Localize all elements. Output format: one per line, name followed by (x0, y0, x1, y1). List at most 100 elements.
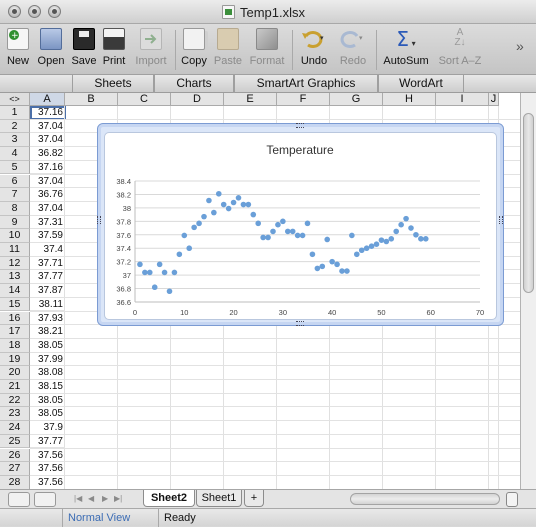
cell-a16[interactable]: 37.93 (30, 312, 65, 326)
row-header-9[interactable]: 9 (0, 216, 30, 230)
cell-a23[interactable]: 38.05 (30, 407, 65, 421)
page-layout-view-icon[interactable] (34, 492, 56, 507)
open-button[interactable]: Open (35, 28, 67, 72)
cell-a3[interactable]: 37.04 (30, 133, 65, 147)
chart-resize-handle[interactable] (296, 321, 304, 326)
row-header-14[interactable]: 14 (0, 284, 30, 298)
format-painter-button[interactable]: Format (247, 28, 287, 72)
cell-a11[interactable]: 37.4 (30, 243, 65, 257)
row-header-1[interactable]: 1 (0, 106, 30, 120)
cell-a6[interactable]: 37.04 (30, 175, 65, 189)
copy-button[interactable]: Copy (180, 28, 208, 72)
close-window-icon[interactable] (8, 5, 21, 18)
next-sheet-icon[interactable]: ▶ (102, 494, 108, 503)
print-button[interactable]: Print (100, 28, 128, 72)
prev-sheet-icon[interactable]: ◀ (88, 494, 94, 503)
row-header-4[interactable]: 4 (0, 147, 30, 161)
cell-a5[interactable]: 37.16 (30, 161, 65, 175)
autosum-button[interactable]: Σ ▾ AutoSum (381, 28, 431, 72)
cell-a9[interactable]: 37.31 (30, 216, 65, 230)
column-header-b[interactable]: B (65, 93, 118, 106)
vertical-scrollbar[interactable] (520, 93, 536, 489)
column-header-i[interactable]: I (436, 93, 489, 106)
split-handle-icon[interactable] (506, 492, 518, 507)
cell-a26[interactable]: 37.56 (30, 449, 65, 463)
cell-a8[interactable]: 37.04 (30, 202, 65, 216)
column-header-e[interactable]: E (224, 93, 277, 106)
sort-az-button[interactable]: AZ↓ Sort A–Z (435, 28, 485, 72)
row-header-16[interactable]: 16 (0, 312, 30, 326)
row-header-22[interactable]: 22 (0, 394, 30, 408)
tab-sheets[interactable]: Sheets (72, 75, 154, 93)
vertical-scroll-thumb[interactable] (523, 113, 534, 293)
row-header-11[interactable]: 11 (0, 243, 30, 257)
column-header-d[interactable]: D (171, 93, 224, 106)
cell-a14[interactable]: 37.87 (30, 284, 65, 298)
row-header-18[interactable]: 18 (0, 339, 30, 353)
import-button[interactable]: Import (131, 28, 171, 72)
row-header-10[interactable]: 10 (0, 229, 30, 243)
tab-smartart-graphics[interactable]: SmartArt Graphics (234, 75, 378, 93)
column-header-a[interactable]: A (30, 93, 65, 106)
cell-a27[interactable]: 37.56 (30, 462, 65, 476)
cell-a18[interactable]: 38.05 (30, 339, 65, 353)
column-header-h[interactable]: H (383, 93, 436, 106)
column-header-j[interactable]: J (489, 93, 499, 106)
row-header-25[interactable]: 25 (0, 435, 30, 449)
cell-a10[interactable]: 37.59 (30, 229, 65, 243)
chart-object[interactable]: Temperature36.636.83737.237.437.637.8383… (97, 123, 504, 326)
chart-resize-handle[interactable] (296, 123, 304, 128)
cell-a21[interactable]: 38.15 (30, 380, 65, 394)
row-header-6[interactable]: 6 (0, 175, 30, 189)
add-sheet-button[interactable]: + (244, 490, 264, 507)
cell-a7[interactable]: 36.76 (30, 188, 65, 202)
minimize-window-icon[interactable] (28, 5, 41, 18)
row-header-3[interactable]: 3 (0, 133, 30, 147)
toolbar-overflow-icon[interactable]: » (516, 38, 524, 54)
cell-a2[interactable]: 37.04 (30, 120, 65, 134)
row-header-5[interactable]: 5 (0, 161, 30, 175)
tab-wordart[interactable]: WordArt (378, 75, 464, 93)
cell-a1[interactable]: 37.16 (30, 106, 65, 120)
paste-button[interactable]: Paste (212, 28, 244, 72)
row-header-23[interactable]: 23 (0, 407, 30, 421)
cell-a17[interactable]: 38.21 (30, 325, 65, 339)
cell-a13[interactable]: 37.77 (30, 270, 65, 284)
row-header-15[interactable]: 15 (0, 298, 30, 312)
tab-charts[interactable]: Charts (154, 75, 234, 93)
save-button[interactable]: Save (70, 28, 98, 72)
cell-a25[interactable]: 37.77 (30, 435, 65, 449)
chart-resize-handle[interactable] (97, 216, 101, 224)
last-sheet-icon[interactable]: ▶| (114, 494, 122, 503)
sheet-tab-sheet2[interactable]: Sheet2 (143, 490, 195, 507)
row-header-8[interactable]: 8 (0, 202, 30, 216)
row-header-24[interactable]: 24 (0, 421, 30, 435)
cell-a28[interactable]: 37.56 (30, 476, 65, 489)
row-header-12[interactable]: 12 (0, 257, 30, 271)
chart-resize-handle[interactable] (499, 216, 503, 224)
view-mode-label[interactable]: Normal View (68, 512, 130, 524)
row-header-21[interactable]: 21 (0, 380, 30, 394)
row-header-13[interactable]: 13 (0, 270, 30, 284)
cell-a15[interactable]: 38.11 (30, 298, 65, 312)
select-all-corner[interactable]: <> (0, 93, 30, 106)
row-header-28[interactable]: 28 (0, 476, 30, 489)
column-header-g[interactable]: G (330, 93, 383, 106)
column-header-c[interactable]: C (118, 93, 171, 106)
horizontal-scroll-thumb[interactable] (350, 493, 500, 505)
sheet-tab-sheet1[interactable]: Sheet1 (196, 490, 242, 507)
undo-button[interactable]: ▾ Undo (297, 28, 331, 72)
row-header-7[interactable]: 7 (0, 188, 30, 202)
cell-a12[interactable]: 37.71 (30, 257, 65, 271)
cell-a20[interactable]: 38.08 (30, 366, 65, 380)
row-header-20[interactable]: 20 (0, 366, 30, 380)
cell-a19[interactable]: 37.99 (30, 353, 65, 367)
row-header-2[interactable]: 2 (0, 120, 30, 134)
cell-a22[interactable]: 38.05 (30, 394, 65, 408)
row-header-27[interactable]: 27 (0, 462, 30, 476)
new-button[interactable]: + New (4, 28, 32, 72)
column-header-f[interactable]: F (277, 93, 330, 106)
zoom-window-icon[interactable] (48, 5, 61, 18)
row-header-26[interactable]: 26 (0, 449, 30, 463)
row-header-19[interactable]: 19 (0, 353, 30, 367)
